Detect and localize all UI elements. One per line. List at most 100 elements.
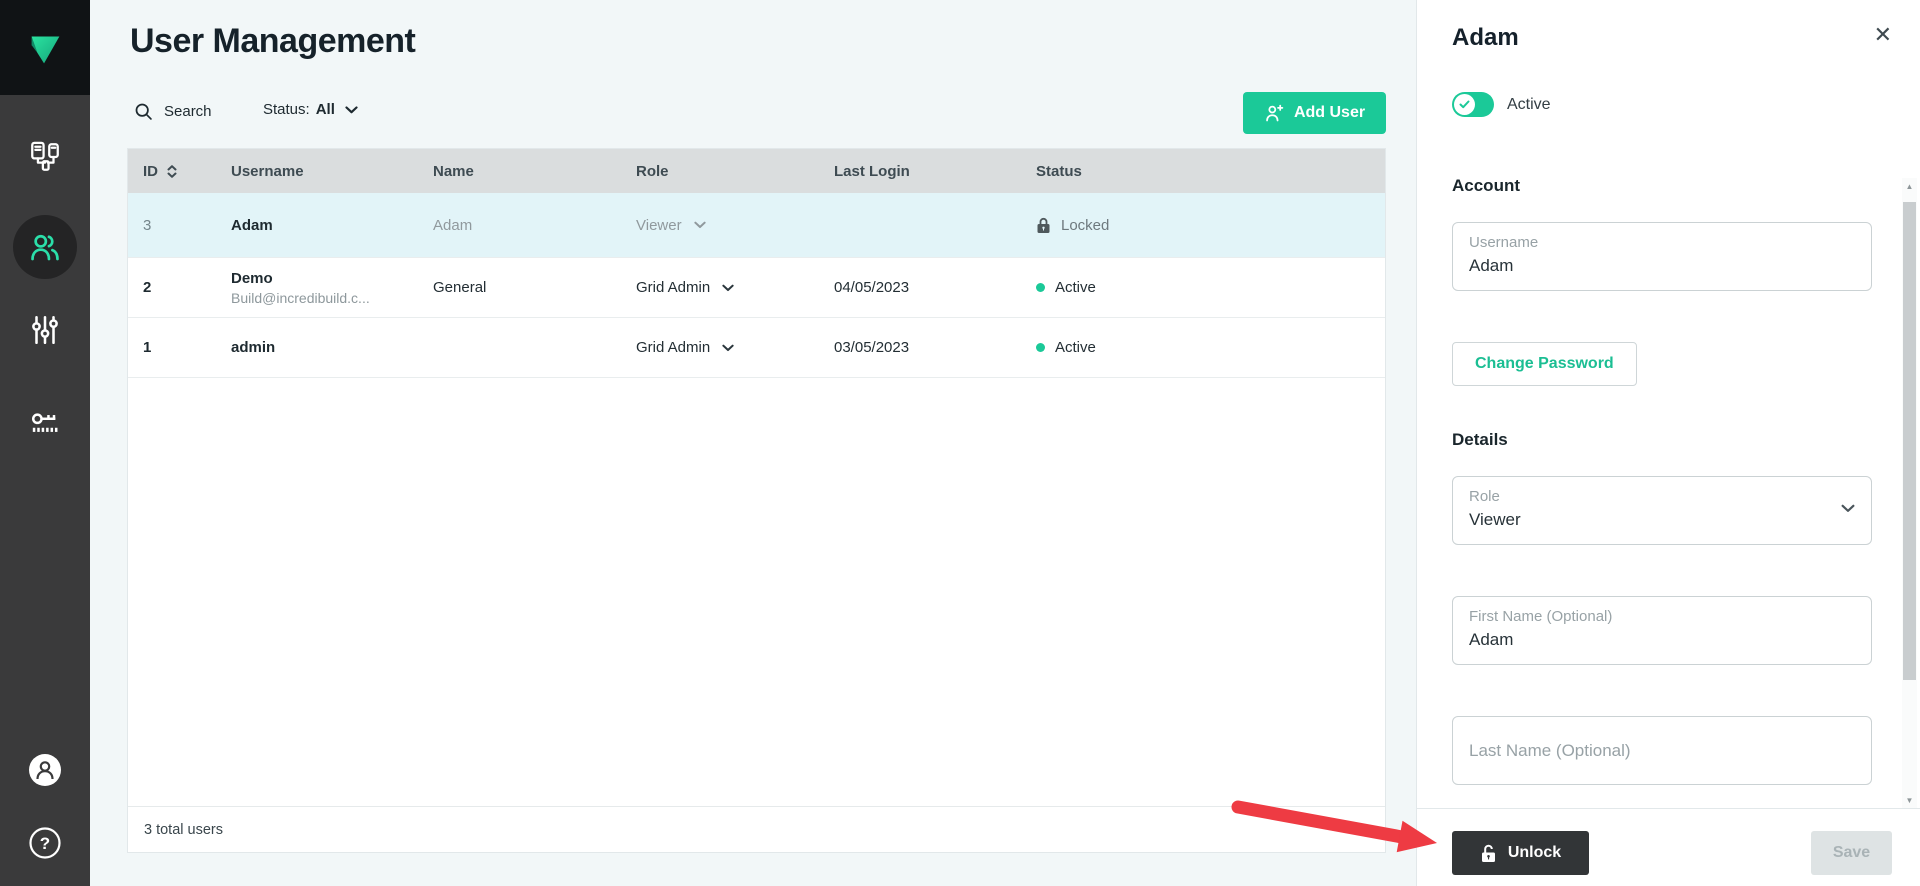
page-title: User Management: [130, 22, 415, 61]
lock-icon: [1036, 217, 1051, 234]
total-users-count: 3 total users: [144, 822, 223, 838]
role-select-label: Role: [1469, 488, 1855, 505]
first-name-field[interactable]: First Name (Optional) Adam: [1452, 596, 1872, 665]
table-row[interactable]: 1 admin Grid Admin 03/05/2023 Active: [128, 318, 1385, 378]
add-user-button[interactable]: Add User: [1243, 92, 1386, 134]
sliders-icon: [28, 313, 62, 347]
search-label: Search: [164, 103, 212, 120]
add-user-icon: [1264, 103, 1285, 124]
unlock-button[interactable]: Unlock: [1452, 831, 1589, 875]
cell-status: Active: [1036, 279, 1385, 296]
app-window: ? User Management Search Status: All: [0, 0, 1920, 886]
chevron-down-icon: [722, 344, 734, 352]
close-icon[interactable]: ✕: [1874, 24, 1892, 46]
machines-icon: [28, 140, 62, 174]
cell-last-login: 03/05/2023: [834, 339, 1036, 356]
incredibuild-logo-glyph: [22, 25, 68, 71]
scrollbar-up-arrow[interactable]: ▲: [1902, 178, 1917, 194]
cell-status: Locked: [1036, 217, 1385, 234]
status-text: Active: [1055, 339, 1096, 356]
status-filter-value: All: [316, 101, 335, 118]
active-toggle-label: Active: [1507, 96, 1551, 114]
role-dropdown[interactable]: Grid Admin: [636, 279, 834, 296]
username-field-value: Adam: [1469, 256, 1855, 276]
chevron-down-icon: [345, 106, 358, 114]
status-filter[interactable]: Status: All: [263, 101, 358, 118]
sidebar: ?: [0, 0, 90, 886]
role-select-value: Viewer: [1469, 510, 1855, 530]
sidebar-item-machines[interactable]: [0, 121, 90, 193]
cell-id: 1: [143, 339, 231, 356]
cell-username: Adam: [231, 217, 433, 234]
cell-id: 3: [143, 217, 231, 234]
status-text: Active: [1055, 279, 1096, 296]
chevron-down-icon: [722, 284, 734, 292]
svg-text:?: ?: [40, 834, 50, 853]
sidebar-item-settings[interactable]: [0, 294, 90, 366]
role-dropdown[interactable]: Viewer: [636, 217, 834, 234]
active-status-dot: [1036, 283, 1045, 292]
column-header-name: Name: [433, 163, 636, 180]
cell-name: General: [433, 279, 636, 296]
users-icon: [28, 230, 62, 264]
status-filter-label: Status:: [263, 101, 310, 118]
sidebar-item-profile[interactable]: [0, 734, 90, 806]
search-icon: [133, 101, 154, 122]
role-dropdown[interactable]: Grid Admin: [636, 339, 834, 356]
change-password-button[interactable]: Change Password: [1452, 342, 1637, 386]
username-field-label: Username: [1469, 234, 1855, 251]
column-header-id[interactable]: ID: [143, 163, 231, 180]
column-header-last-login: Last Login: [834, 163, 1036, 180]
incredibuild-logo: [0, 0, 90, 95]
check-icon: [1459, 100, 1470, 109]
sidebar-item-users[interactable]: [0, 211, 90, 283]
user-avatar-icon: [27, 752, 63, 788]
add-user-label: Add User: [1294, 104, 1365, 122]
user-detail-panel: Adam ✕ Active Account Username Adam Chan…: [1416, 0, 1920, 886]
main-content: User Management Search Status: All Add U…: [90, 0, 1416, 886]
sort-icon: [167, 165, 177, 178]
toggle-knob: [1454, 94, 1475, 115]
active-nav-highlight: [13, 215, 77, 279]
role-select[interactable]: Role Viewer: [1452, 476, 1872, 545]
first-name-label: First Name (Optional): [1469, 608, 1855, 625]
save-button[interactable]: Save: [1811, 831, 1892, 875]
cell-username: Demo Build@incredibuild.c...: [231, 270, 433, 306]
table-footer: 3 total users: [128, 806, 1385, 852]
cell-id: 2: [143, 279, 231, 296]
scrollbar-thumb[interactable]: [1903, 202, 1916, 680]
sidebar-item-license[interactable]: [0, 389, 90, 461]
chevron-down-icon: [694, 221, 706, 229]
active-toggle-row: Active: [1452, 92, 1551, 117]
users-table: ID Username Name Role Last Login Status …: [127, 148, 1386, 853]
column-header-status: Status: [1036, 163, 1385, 180]
chevron-down-icon: [1841, 504, 1855, 513]
username-field[interactable]: Username Adam: [1452, 222, 1872, 291]
help-icon: ?: [27, 825, 63, 861]
search-control[interactable]: Search: [133, 101, 212, 122]
last-name-field[interactable]: Last Name (Optional): [1452, 716, 1872, 785]
column-header-role: Role: [636, 163, 834, 180]
table-row[interactable]: 3 Adam Adam Viewer Locked: [128, 193, 1385, 258]
scrollbar-down-arrow[interactable]: ▼: [1902, 792, 1917, 808]
panel-scrollbar: ▲ ▼: [1902, 178, 1917, 808]
panel-title: Adam: [1452, 24, 1519, 52]
details-section-heading: Details: [1452, 430, 1508, 450]
column-header-username: Username: [231, 163, 433, 180]
sidebar-item-help[interactable]: ?: [0, 807, 90, 879]
cell-status: Active: [1036, 339, 1385, 356]
first-name-value: Adam: [1469, 630, 1855, 650]
active-status-dot: [1036, 343, 1045, 352]
cell-email: Build@incredibuild.c...: [231, 290, 433, 306]
active-toggle[interactable]: [1452, 92, 1494, 117]
license-key-icon: [27, 407, 63, 443]
account-section-heading: Account: [1452, 176, 1520, 196]
cell-name: Adam: [433, 217, 636, 234]
last-name-placeholder: Last Name (Optional): [1469, 728, 1855, 773]
cell-last-login: 04/05/2023: [834, 279, 1036, 296]
status-text: Locked: [1061, 217, 1109, 234]
table-row[interactable]: 2 Demo Build@incredibuild.c... General G…: [128, 258, 1385, 318]
unlock-icon: [1480, 844, 1497, 863]
panel-footer: Unlock Save: [1417, 808, 1920, 886]
cell-username: admin: [231, 339, 433, 356]
